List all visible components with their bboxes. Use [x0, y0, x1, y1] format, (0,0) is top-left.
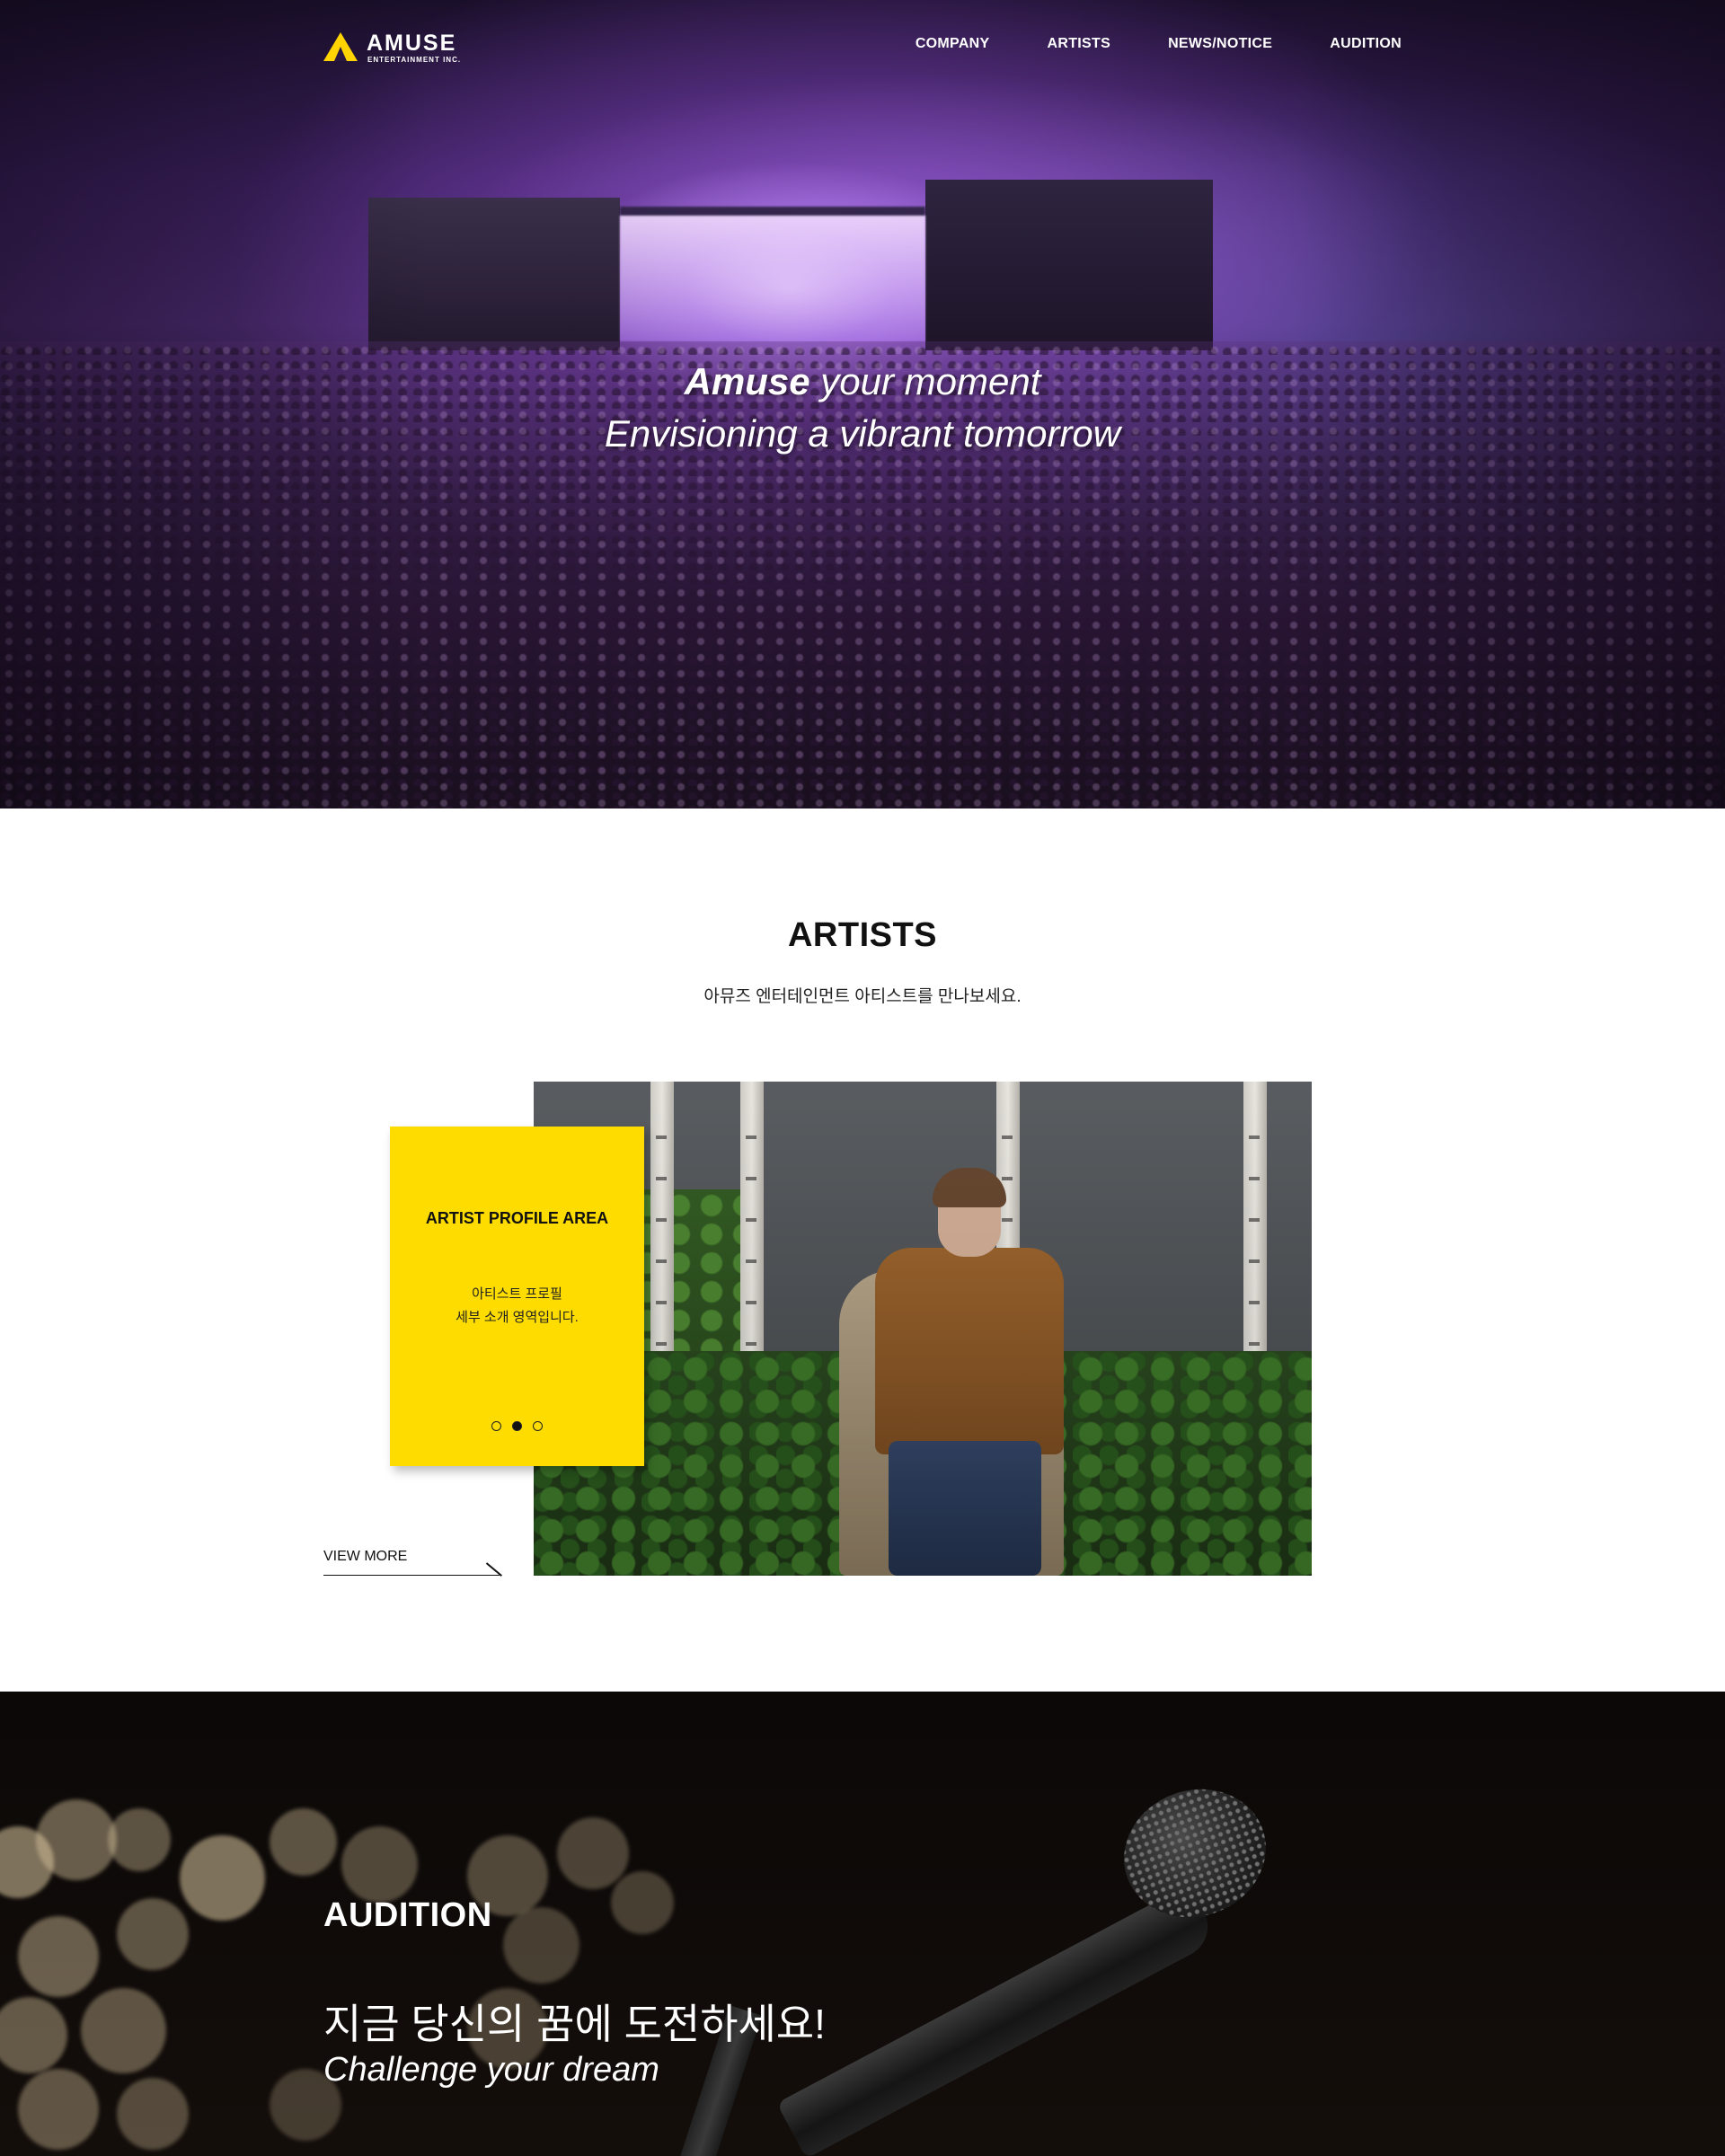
bokeh-light	[0, 1997, 67, 2073]
site-logo[interactable]: AMUSE ENTERTAINMENT INC.	[323, 31, 485, 66]
artist-profile-card: ARTIST PROFILE AREA 아티스트 프로필 세부 소개 영역입니다…	[390, 1127, 644, 1466]
profile-card-description: 아티스트 프로필 세부 소개 영역입니다.	[390, 1283, 644, 1330]
bokeh-light	[81, 1988, 166, 2073]
hero-line-1-rest: your moment	[809, 360, 1041, 402]
menu-item-company[interactable]: COMPANY	[916, 36, 990, 52]
arrow-right-icon	[486, 1561, 502, 1576]
logo-subtitle: ENTERTAINMENT INC.	[367, 56, 462, 64]
bokeh-light	[611, 1871, 674, 1934]
hero-tagline: Amuse your moment Envisioning a vibrant …	[0, 355, 1725, 459]
audition-headline-english: Challenge your dream	[323, 2051, 659, 2089]
bokeh-light	[557, 1817, 629, 1889]
artist-photo[interactable]	[534, 1082, 1312, 1576]
audition-section-title: AUDITION	[323, 1896, 492, 1934]
bokeh-light	[18, 2069, 99, 2150]
bokeh-light	[36, 1799, 117, 1880]
slider-dot-icon[interactable]	[512, 1421, 522, 1431]
hero-line-2: Envisioning a vibrant tomorrow	[604, 412, 1121, 455]
menu-item-audition[interactable]: AUDITION	[1330, 36, 1402, 52]
audition-headline-korean: 지금 당신의 꿈에 도전하세요!	[323, 2001, 826, 2047]
slider-dot-icon[interactable]	[533, 1421, 543, 1431]
slider-dot-icon[interactable]	[491, 1421, 501, 1431]
hero-section: AMUSE ENTERTAINMENT INC. COMPANY ARTISTS…	[0, 0, 1725, 808]
menu-item-artists[interactable]: ARTISTS	[1048, 36, 1111, 52]
bokeh-light	[117, 2078, 189, 2150]
top-navigation: AMUSE ENTERTAINMENT INC. COMPANY ARTISTS…	[323, 27, 1402, 72]
profile-desc-line-2: 세부 소개 영역입니다.	[456, 1310, 579, 1325]
slider-pagination	[390, 1421, 644, 1431]
profile-desc-line-1: 아티스트 프로필	[472, 1286, 562, 1302]
artists-section-subtitle: 아뮤즈 엔터테인먼트 아티스트를 만나보세요.	[703, 987, 1022, 1006]
microphone-body	[776, 1884, 1219, 2156]
bokeh-light	[108, 1808, 171, 1871]
audition-section: AUDITION 지금 당신의 꿈에 도전하세요! Challenge your…	[0, 1692, 1725, 2156]
logo-name: AMUSE	[367, 31, 457, 56]
logo-triangle-inner	[334, 47, 347, 61]
main-menu: COMPANY ARTISTS NEWS/NOTICE AUDITION	[916, 36, 1402, 52]
view-more-label: VIEW MORE	[323, 1549, 408, 1564]
artists-section-title: ARTISTS	[787, 916, 938, 954]
hero-line-1: Amuse your moment	[0, 355, 1725, 409]
bokeh-light	[503, 1907, 579, 1984]
bokeh-light	[117, 1898, 189, 1970]
hero-brand-word: Amuse	[684, 360, 810, 402]
bokeh-light	[270, 1808, 337, 1876]
bokeh-light	[18, 1916, 99, 1997]
view-more-link[interactable]: VIEW MORE	[323, 1549, 502, 1576]
photo-shade	[534, 1082, 1312, 1576]
profile-card-title: ARTIST PROFILE AREA	[425, 1209, 609, 1227]
bokeh-light	[341, 1826, 418, 1903]
menu-item-news-notice[interactable]: NEWS/NOTICE	[1168, 36, 1272, 52]
microphone-grille-icon	[1105, 1769, 1285, 1938]
bokeh-light	[180, 1835, 265, 1921]
